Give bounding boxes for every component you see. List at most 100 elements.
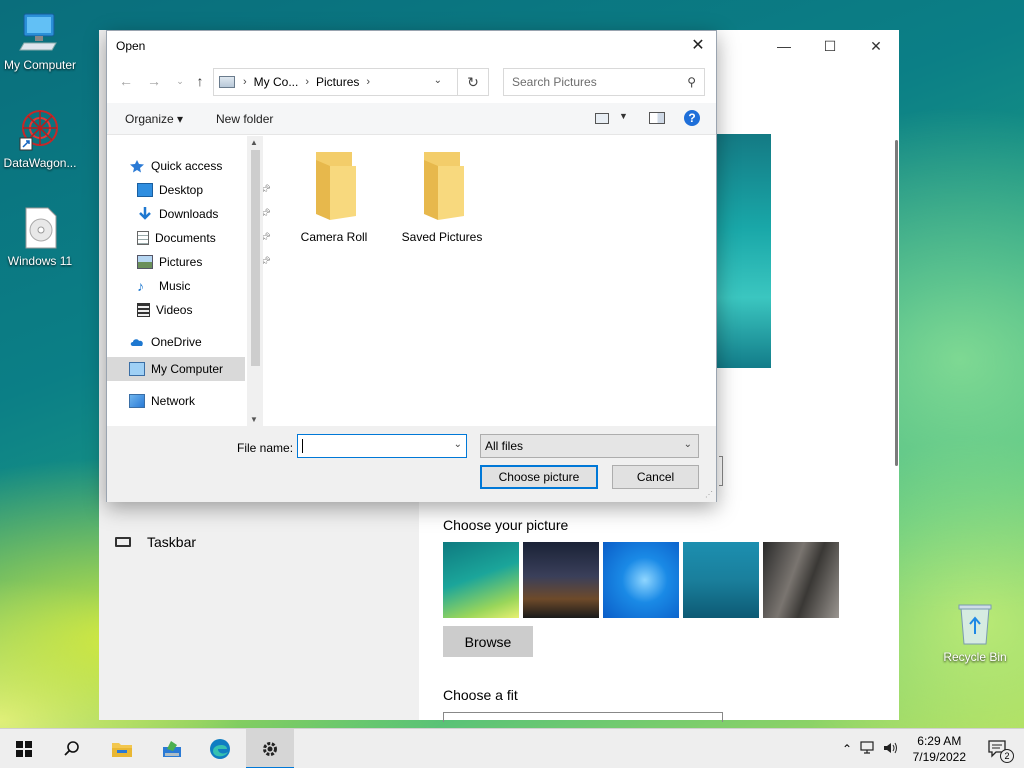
file-type-select[interactable]: All files ⌄ bbox=[480, 434, 699, 458]
network-icon bbox=[129, 394, 145, 408]
view-options-chevron-icon[interactable]: ▼ bbox=[619, 111, 628, 121]
picture-icon bbox=[137, 255, 153, 269]
background-dropdown-edge bbox=[719, 456, 723, 486]
address-bar[interactable]: › My Co... › Pictures › ⌄ bbox=[213, 68, 458, 96]
choose-fit-heading: Choose a fit bbox=[443, 687, 518, 703]
network-icon[interactable] bbox=[856, 740, 880, 758]
minimize-button[interactable]: — bbox=[761, 30, 807, 62]
desktop-folder-icon bbox=[137, 183, 153, 197]
search-placeholder: Search Pictures bbox=[512, 75, 597, 89]
file-name-input[interactable]: ⌄ bbox=[297, 434, 467, 458]
scrollbar-thumb[interactable] bbox=[251, 150, 260, 366]
change-view-icon[interactable] bbox=[595, 113, 609, 124]
picture-thumbnail[interactable] bbox=[603, 542, 679, 618]
dialog-close-button[interactable]: ✕ bbox=[688, 35, 708, 55]
folder-item[interactable]: Saved Pictures bbox=[392, 150, 492, 244]
nav-label: Pictures bbox=[159, 255, 203, 269]
document-icon bbox=[137, 231, 149, 245]
folder-item[interactable]: Camera Roll bbox=[284, 150, 384, 244]
search-input[interactable]: Search Pictures ⚲ bbox=[503, 68, 705, 96]
gear-icon bbox=[263, 742, 277, 756]
search-button[interactable] bbox=[48, 729, 96, 768]
app-icon bbox=[163, 741, 181, 757]
star-icon bbox=[129, 159, 145, 173]
edge-browser-button[interactable] bbox=[196, 729, 244, 768]
new-folder-button[interactable]: New folder bbox=[216, 112, 273, 126]
desktop-icon-datawagon[interactable]: DataWagon... bbox=[0, 108, 80, 170]
nav-label: Music bbox=[159, 279, 191, 293]
dialog-title: Open bbox=[116, 39, 146, 53]
settings-nav-taskbar[interactable]: Taskbar bbox=[115, 534, 196, 550]
nav-label: Videos bbox=[156, 303, 193, 317]
refresh-icon[interactable]: ↻ bbox=[458, 68, 489, 96]
nav-item-my-computer[interactable]: My Computer bbox=[107, 357, 245, 381]
breadcrumb-separator-icon: › bbox=[305, 76, 310, 88]
notification-count-badge: 2 bbox=[1000, 749, 1014, 763]
windows-logo-icon bbox=[16, 741, 32, 757]
up-arrow-icon[interactable]: ↑ bbox=[191, 72, 209, 90]
browse-button[interactable]: Browse bbox=[443, 626, 533, 657]
search-icon bbox=[64, 741, 79, 756]
folder-icon bbox=[414, 150, 470, 220]
nav-label: OneDrive bbox=[151, 335, 202, 349]
picture-thumbnail[interactable] bbox=[763, 542, 839, 618]
system-tray: ⌃ bbox=[838, 729, 902, 768]
resize-grip-icon[interactable]: ⋰ bbox=[705, 490, 713, 499]
computer-icon bbox=[18, 10, 62, 54]
disc-image-icon bbox=[18, 206, 62, 250]
clock[interactable]: 6:29 AM 7/19/2022 bbox=[913, 733, 966, 765]
dialog-toolbar: Organize ▾ New folder ▼ ? bbox=[107, 103, 716, 135]
navigation-pane-scrollbar[interactable]: ▲ ▼ bbox=[247, 136, 263, 426]
setup-app-button[interactable] bbox=[148, 729, 196, 768]
nav-label: Documents bbox=[155, 231, 216, 245]
file-explorer-button[interactable] bbox=[98, 729, 146, 768]
clock-date: 7/19/2022 bbox=[912, 750, 966, 764]
wallpaper-preview bbox=[717, 134, 771, 368]
volume-icon[interactable] bbox=[880, 741, 902, 758]
file-type-value: All files bbox=[485, 439, 524, 453]
file-list: Camera Roll Saved Pictures bbox=[264, 136, 716, 426]
choose-picture-heading: Choose your picture bbox=[443, 517, 569, 533]
chevron-up-icon[interactable]: ⌃ bbox=[838, 742, 856, 756]
navigation-pane: Quick access Desktop 📌︎ Downloads 📌︎ Doc… bbox=[107, 136, 271, 426]
desktop-icon-my-computer[interactable]: My Computer bbox=[0, 10, 80, 72]
preview-pane-icon[interactable] bbox=[649, 112, 665, 124]
film-icon bbox=[137, 303, 150, 317]
back-arrow-icon[interactable]: ← bbox=[117, 72, 135, 90]
choose-picture-button[interactable]: Choose picture bbox=[480, 465, 598, 489]
organize-button[interactable]: Organize ▾ bbox=[125, 112, 183, 126]
recycle-bin-icon bbox=[953, 602, 997, 646]
taskbar: ⌃ 6:29 AM 7/19/2022 2 bbox=[0, 728, 1024, 768]
nav-label: Downloads bbox=[159, 207, 219, 221]
help-icon[interactable]: ? bbox=[684, 110, 700, 126]
desktop-icon-windows11[interactable]: Windows 11 bbox=[0, 206, 80, 268]
datawagon-icon bbox=[18, 108, 62, 152]
start-button[interactable] bbox=[0, 729, 48, 768]
file-name-label: File name: bbox=[237, 441, 294, 455]
breadcrumb-pictures[interactable]: Pictures bbox=[316, 75, 359, 89]
clock-time: 6:29 AM bbox=[917, 734, 962, 748]
scroll-up-icon[interactable]: ▲ bbox=[250, 138, 258, 147]
forward-arrow-icon[interactable]: → bbox=[145, 72, 163, 90]
settings-taskbar-button[interactable] bbox=[246, 729, 294, 768]
fit-dropdown[interactable] bbox=[443, 712, 723, 722]
close-button[interactable]: ✕ bbox=[853, 30, 899, 62]
desktop-icon-recycle-bin[interactable]: Recycle Bin bbox=[935, 602, 1015, 664]
settings-scrollbar[interactable] bbox=[895, 140, 898, 466]
nav-label: Desktop bbox=[159, 183, 204, 197]
notification-center-button[interactable]: 2 bbox=[988, 739, 1014, 763]
picture-thumbnail[interactable] bbox=[683, 542, 759, 618]
breadcrumb-my-computer[interactable]: My Co... bbox=[254, 75, 299, 89]
chevron-down-icon[interactable]: ⌄ bbox=[454, 439, 462, 450]
settings-nav-taskbar-label: Taskbar bbox=[147, 534, 197, 550]
recent-locations-chevron-icon[interactable]: ⌄ bbox=[171, 72, 189, 90]
open-dialog: Open ✕ ← → ⌄ ↑ › My Co... › Pictures › ⌄… bbox=[106, 30, 717, 502]
picture-thumbnail[interactable] bbox=[443, 542, 519, 618]
scroll-down-icon[interactable]: ▼ bbox=[250, 415, 258, 424]
maximize-button[interactable]: ☐ bbox=[807, 30, 853, 62]
taskbar-icon bbox=[115, 537, 131, 547]
chevron-down-icon[interactable]: ⌄ bbox=[434, 75, 442, 86]
nav-label: Quick access bbox=[151, 159, 223, 173]
cancel-button[interactable]: Cancel bbox=[612, 465, 699, 489]
picture-thumbnail[interactable] bbox=[523, 542, 599, 618]
